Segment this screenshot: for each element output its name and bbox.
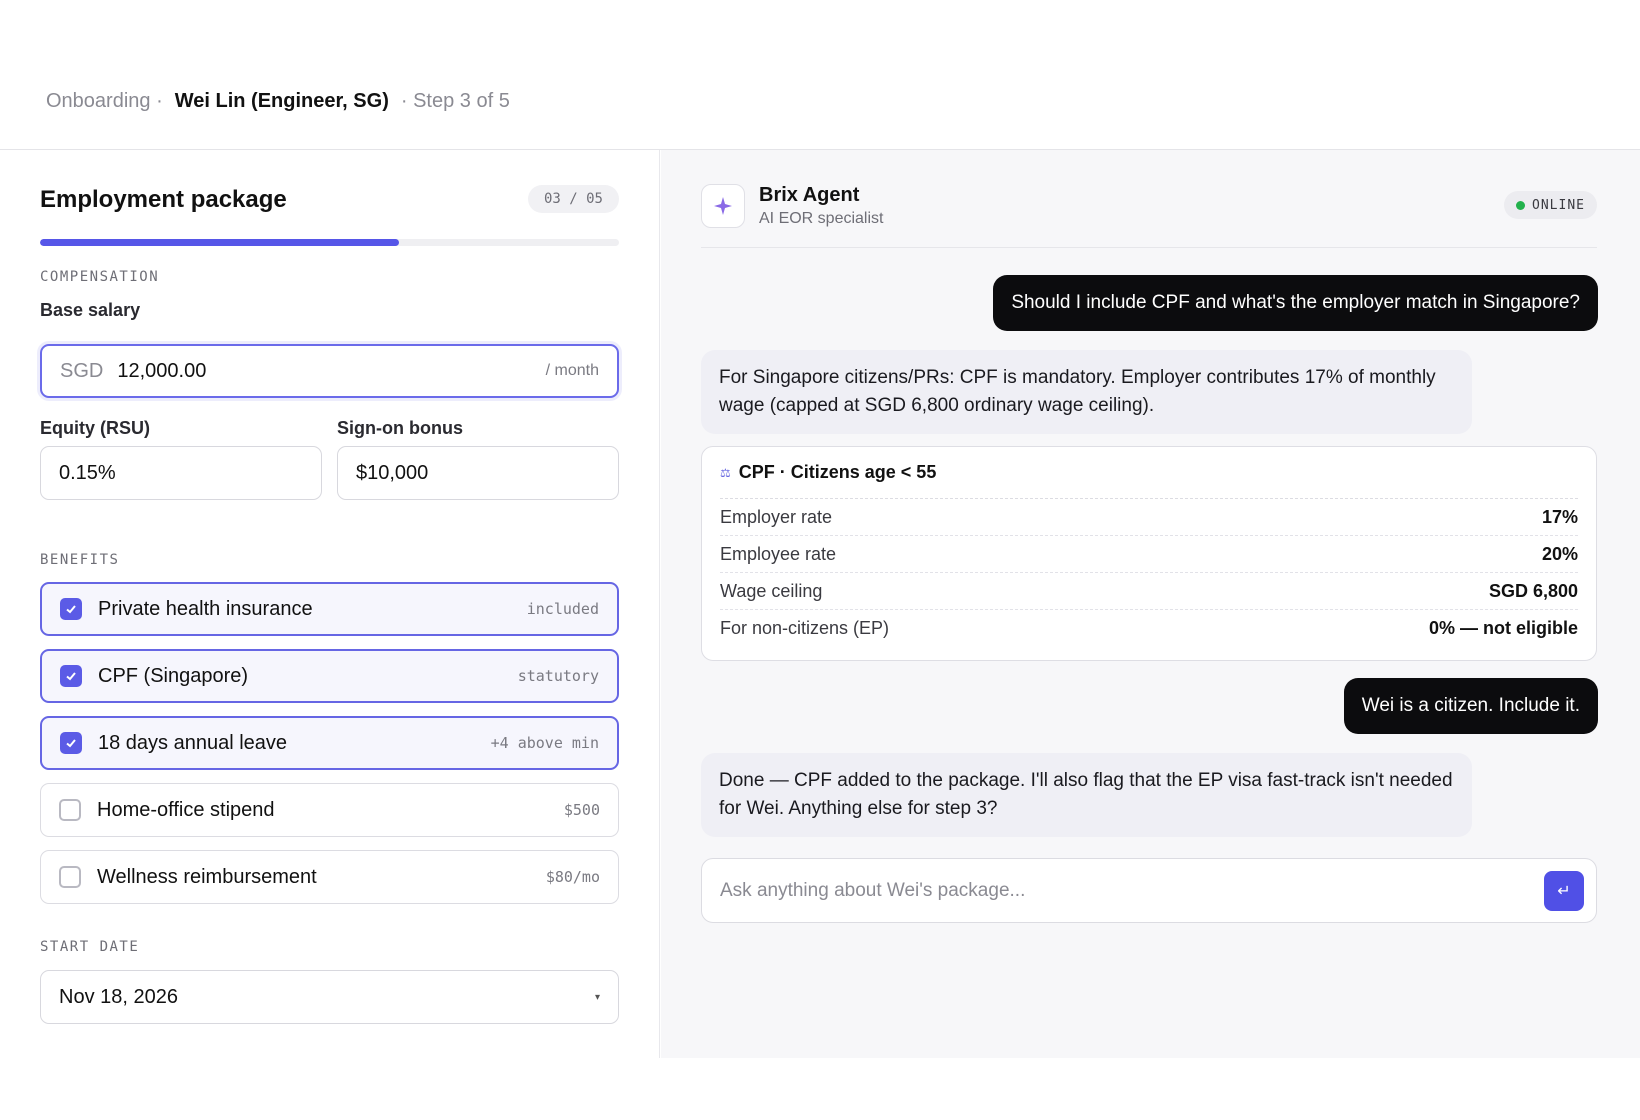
cpf-row-key: For non-citizens (EP) [720, 618, 890, 638]
checkbox[interactable] [59, 866, 81, 888]
start-date-select[interactable]: Nov 18, 2026 ▾ [40, 970, 619, 1024]
benefit-item[interactable]: CPF (Singapore) statutory [40, 649, 619, 703]
compensation-section-label: COMPENSATION [40, 269, 160, 285]
cpf-card-title: ⚖ CPF · Citizens age < 55 [720, 447, 1578, 499]
benefit-item[interactable]: Private health insurance included [40, 582, 619, 636]
scale-icon: ⚖ [720, 465, 731, 480]
benefit-label: 18 days annual leave [98, 731, 288, 754]
cpf-row: Wage ceiling SGD 6,800 [720, 573, 1578, 610]
agent-message: Done — CPF added to the package. I'll al… [701, 753, 1472, 837]
sign-on-bonus-input[interactable]: $10,000 [337, 446, 619, 500]
progress-bar [40, 239, 619, 246]
cpf-row-value: 0% — not eligible [1428, 618, 1578, 638]
agent-name: Brix Agent [759, 184, 860, 206]
step-badge: 03 / 05 [528, 185, 619, 213]
cpf-row: For non-citizens (EP) 0% — not eligible [720, 610, 1578, 647]
start-date-value: Nov 18, 2026 [59, 985, 178, 1008]
cpf-row: Employee rate 20% [720, 536, 1578, 573]
equity-input[interactable]: 0.15% [40, 446, 322, 500]
cpf-row-key: Wage ceiling [720, 580, 823, 601]
cpf-row-value: 17% [1541, 506, 1578, 527]
chat-input-box: ↵ [701, 858, 1597, 923]
chevron-down-icon: ▾ [594, 991, 600, 1003]
benefit-label: CPF (Singapore) [98, 664, 249, 687]
cpf-info-card: ⚖ CPF · Citizens age < 55 Employer rate … [701, 446, 1597, 661]
cpf-row-value: 20% [1541, 543, 1578, 564]
equity-value: 0.15% [59, 461, 116, 484]
user-message: Should I include CPF and what's the empl… [993, 275, 1598, 331]
return-icon: ↵ [1557, 882, 1571, 900]
breadcrumb: Onboarding · Wei Lin (Engineer, SG) · St… [46, 90, 510, 113]
checkbox[interactable] [60, 732, 82, 754]
benefit-tag: +4 above min [490, 734, 599, 752]
check-icon [66, 672, 76, 681]
currency-prefix: SGD [60, 359, 104, 382]
agent-header: Brix Agent AI EOR specialist ONLINE [701, 184, 1597, 248]
sign-on-bonus-value: $10,000 [356, 461, 429, 484]
benefit-item[interactable]: Home-office stipend $500 [40, 783, 619, 837]
equity-label: Equity (RSU) [40, 418, 150, 438]
cpf-row-key: Employee rate [720, 543, 837, 564]
status-text: ONLINE [1532, 197, 1585, 213]
breadcrumb-step: · Step 3 of 5 [400, 90, 510, 112]
cpf-card-title-text: CPF · Citizens age < 55 [738, 462, 937, 482]
benefit-item[interactable]: 18 days annual leave +4 above min [40, 716, 619, 770]
benefit-tag: included [526, 600, 599, 618]
benefit-tag: $500 [563, 801, 600, 819]
breadcrumb-employee: Wei Lin (Engineer, SG) [174, 90, 389, 112]
send-button[interactable]: ↵ [1544, 870, 1584, 911]
checkbox[interactable] [60, 665, 82, 687]
benefit-label: Wellness reimbursement [97, 865, 317, 888]
agent-role: AI EOR specialist [759, 210, 884, 227]
breadcrumb-root[interactable]: Onboarding · [46, 90, 163, 113]
benefit-label: Home-office stipend [97, 798, 275, 821]
page-title: Employment package [40, 186, 287, 213]
chat-input[interactable] [720, 879, 1544, 902]
base-salary-label: Base salary [40, 300, 141, 320]
cpf-row-key: Employer rate [720, 506, 833, 527]
online-dot-icon [1516, 200, 1526, 210]
agent-chat-panel: Brix Agent AI EOR specialist ONLINE Shou… [661, 150, 1640, 1058]
benefit-item[interactable]: Wellness reimbursement $80/mo [40, 850, 619, 904]
cpf-row-value: SGD 6,800 [1488, 580, 1578, 601]
base-salary-value: 12,000.00 [117, 359, 207, 382]
benefit-tag: statutory [517, 667, 599, 685]
benefit-tag: $80/mo [545, 868, 600, 886]
agent-message: For Singapore citizens/PRs: CPF is manda… [701, 350, 1472, 434]
salary-period-suffix: / month [545, 362, 599, 379]
cpf-row: Employer rate 17% [720, 499, 1578, 536]
checkbox[interactable] [59, 799, 81, 821]
checkbox[interactable] [60, 598, 82, 620]
top-bar: Onboarding · Wei Lin (Engineer, SG) · St… [0, 0, 1640, 150]
sign-on-bonus-label: Sign-on bonus [337, 418, 463, 438]
check-icon [66, 739, 76, 748]
base-salary-input[interactable]: SGD 12,000.00 / month [40, 344, 619, 398]
user-message: Wei is a citizen. Include it. [1343, 678, 1598, 734]
check-icon [66, 605, 76, 614]
benefit-label: Private health insurance [98, 597, 313, 620]
employment-form-panel: Employment package 03 / 05 COMPENSATION … [0, 150, 660, 1058]
progress-bar-fill [40, 239, 399, 246]
status-badge: ONLINE [1504, 191, 1597, 219]
sparkle-icon [701, 184, 745, 228]
benefits-section-label: BENEFITS [40, 552, 120, 568]
start-date-section-label: START DATE [40, 939, 140, 955]
